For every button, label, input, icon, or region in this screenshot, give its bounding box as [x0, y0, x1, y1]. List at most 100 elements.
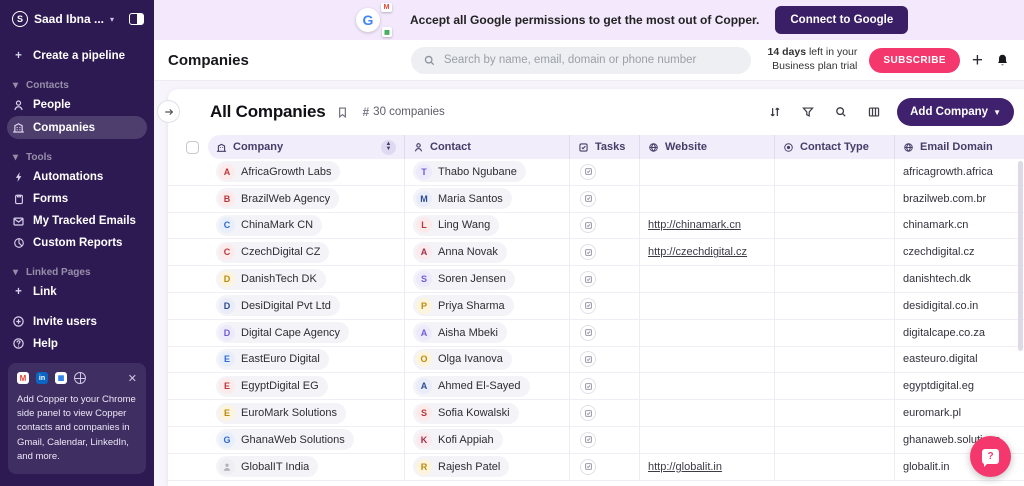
contact-chip[interactable]: L Ling Wang	[413, 215, 499, 236]
contact-type-cell[interactable]	[775, 400, 895, 426]
email-domain-cell[interactable]: danishtech.dk	[895, 266, 1024, 292]
contact-chip[interactable]: A Anna Novak	[413, 242, 507, 263]
company-chip[interactable]: E EastEuro Digital	[216, 349, 329, 370]
sidebar-item-companies[interactable]: Companies	[7, 116, 147, 139]
sidebar-section-linked-pages[interactable]: ▾ Linked Pages	[0, 263, 154, 281]
table-row[interactable]: E EuroMark Solutions S Sofia Kowalski eu…	[168, 400, 1024, 427]
tasks-cell[interactable]	[570, 400, 640, 426]
sidebar-section-tools[interactable]: ▾ Tools	[0, 148, 154, 166]
website-cell[interactable]	[640, 186, 775, 212]
task-check-icon[interactable]	[580, 298, 596, 314]
company-cell[interactable]: G GhanaWeb Solutions	[208, 427, 405, 453]
company-cell[interactable]: GlobalIT India	[208, 454, 405, 480]
tasks-cell[interactable]	[570, 186, 640, 212]
tasks-cell[interactable]	[570, 266, 640, 292]
table-row[interactable]: D Digital Cape Agency A Aisha Mbeki digi…	[168, 320, 1024, 347]
global-search[interactable]	[411, 47, 751, 74]
task-check-icon[interactable]	[580, 164, 596, 180]
email-domain-cell[interactable]: brazilweb.com.br	[895, 186, 1024, 212]
company-chip[interactable]: A AfricaGrowth Labs	[216, 161, 340, 182]
contact-chip[interactable]: K Kofi Appiah	[413, 429, 503, 450]
contact-type-cell[interactable]	[775, 427, 895, 453]
company-chip[interactable]: G GhanaWeb Solutions	[216, 429, 354, 450]
table-row[interactable]: E EgyptDigital EG A Ahmed El-Sayed egypt…	[168, 373, 1024, 400]
contact-cell[interactable]: K Kofi Appiah	[405, 427, 570, 453]
connect-to-google-button[interactable]: Connect to Google	[775, 6, 908, 34]
table-row[interactable]: A AfricaGrowth Labs T Thabo Ngubane afri…	[168, 159, 1024, 186]
sidebar-section-contacts[interactable]: ▾ Contacts	[0, 76, 154, 94]
quick-add-icon[interactable]: +	[972, 51, 983, 70]
table-row[interactable]: D DesiDigital Pvt Ltd P Priya Sharma des…	[168, 293, 1024, 320]
contact-type-cell[interactable]	[775, 347, 895, 373]
task-check-icon[interactable]	[580, 325, 596, 341]
search-icon[interactable]	[834, 105, 848, 119]
company-cell[interactable]: D Digital Cape Agency	[208, 320, 405, 346]
company-cell[interactable]: C CzechDigital CZ	[208, 239, 405, 265]
website-cell[interactable]	[640, 347, 775, 373]
task-check-icon[interactable]	[580, 271, 596, 287]
sidebar-item-help[interactable]: Help	[0, 333, 154, 355]
task-check-icon[interactable]	[580, 432, 596, 448]
contact-cell[interactable]: M Maria Santos	[405, 186, 570, 212]
task-check-icon[interactable]	[580, 405, 596, 421]
task-check-icon[interactable]	[580, 378, 596, 394]
expand-panel-button[interactable]	[157, 100, 180, 123]
task-check-icon[interactable]	[580, 351, 596, 367]
tasks-cell[interactable]	[570, 347, 640, 373]
email-domain-cell[interactable]: euromark.pl	[895, 400, 1024, 426]
add-company-button[interactable]: Add Company ▼	[897, 98, 1014, 126]
tasks-cell[interactable]	[570, 320, 640, 346]
sidebar-item-create-pipeline[interactable]: + Create a pipeline	[0, 45, 154, 67]
email-domain-cell[interactable]: egyptdigital.eg	[895, 373, 1024, 399]
email-domain-cell[interactable]: easteuro.digital	[895, 347, 1024, 373]
sidebar-item-link[interactable]: + Link	[0, 281, 154, 303]
website-cell[interactable]: http://chinamark.cn	[640, 213, 775, 239]
sidebar-item-invite-users[interactable]: Invite users	[0, 311, 154, 333]
website-cell[interactable]: http://czechdigital.cz	[640, 239, 775, 265]
contact-chip[interactable]: P Priya Sharma	[413, 295, 514, 316]
sidebar-item-people[interactable]: People	[0, 94, 154, 116]
contact-chip[interactable]: O Olga Ivanova	[413, 349, 512, 370]
sidebar-item-custom-reports[interactable]: Custom Reports	[0, 232, 154, 254]
website-cell[interactable]	[640, 266, 775, 292]
close-icon[interactable]: ✕	[128, 372, 137, 385]
bookmark-icon[interactable]	[336, 106, 349, 119]
sort-icon[interactable]	[768, 105, 782, 119]
company-cell[interactable]: C ChinaMark CN	[208, 213, 405, 239]
website-link[interactable]: http://chinamark.cn	[648, 219, 741, 231]
search-input[interactable]	[444, 54, 739, 66]
contact-cell[interactable]: S Soren Jensen	[405, 266, 570, 292]
company-cell[interactable]: B BrazilWeb Agency	[208, 186, 405, 212]
contact-cell[interactable]: P Priya Sharma	[405, 293, 570, 319]
tasks-cell[interactable]	[570, 239, 640, 265]
user-menu[interactable]: S Saad Ibna ... ▾	[0, 0, 154, 37]
email-domain-cell[interactable]: digitalcape.co.za	[895, 320, 1024, 346]
contact-cell[interactable]: A Anna Novak	[405, 239, 570, 265]
contact-type-cell[interactable]	[775, 293, 895, 319]
table-row[interactable]: GlobalIT India R Rajesh Patel http://glo…	[168, 454, 1024, 481]
select-all-checkbox[interactable]	[186, 141, 199, 154]
sidebar-item-forms[interactable]: Forms	[0, 188, 154, 210]
contact-cell[interactable]: O Olga Ivanova	[405, 347, 570, 373]
company-cell[interactable]: D DesiDigital Pvt Ltd	[208, 293, 405, 319]
column-header-company[interactable]: Company ▲▼	[208, 135, 405, 159]
tasks-cell[interactable]	[570, 293, 640, 319]
website-cell[interactable]	[640, 373, 775, 399]
contact-chip[interactable]: T Thabo Ngubane	[413, 161, 526, 182]
company-cell[interactable]: E EgyptDigital EG	[208, 373, 405, 399]
tasks-cell[interactable]	[570, 373, 640, 399]
email-domain-cell[interactable]: africagrowth.africa	[895, 159, 1024, 185]
website-link[interactable]: http://czechdigital.cz	[648, 246, 747, 258]
help-chat-button[interactable]: ?	[970, 436, 1011, 477]
contact-chip[interactable]: A Ahmed El-Sayed	[413, 376, 530, 397]
task-check-icon[interactable]	[580, 459, 596, 475]
contact-cell[interactable]: S Sofia Kowalski	[405, 400, 570, 426]
company-chip[interactable]: E EuroMark Solutions	[216, 403, 346, 424]
column-header-contact[interactable]: Contact	[405, 135, 570, 159]
company-chip[interactable]: D DesiDigital Pvt Ltd	[216, 295, 340, 316]
tasks-cell[interactable]	[570, 213, 640, 239]
company-chip[interactable]: D DanishTech DK	[216, 269, 326, 290]
subscribe-button[interactable]: SUBSCRIBE	[869, 48, 960, 73]
contact-type-cell[interactable]	[775, 320, 895, 346]
column-header-email-domain[interactable]: Email Domain	[895, 135, 1024, 159]
